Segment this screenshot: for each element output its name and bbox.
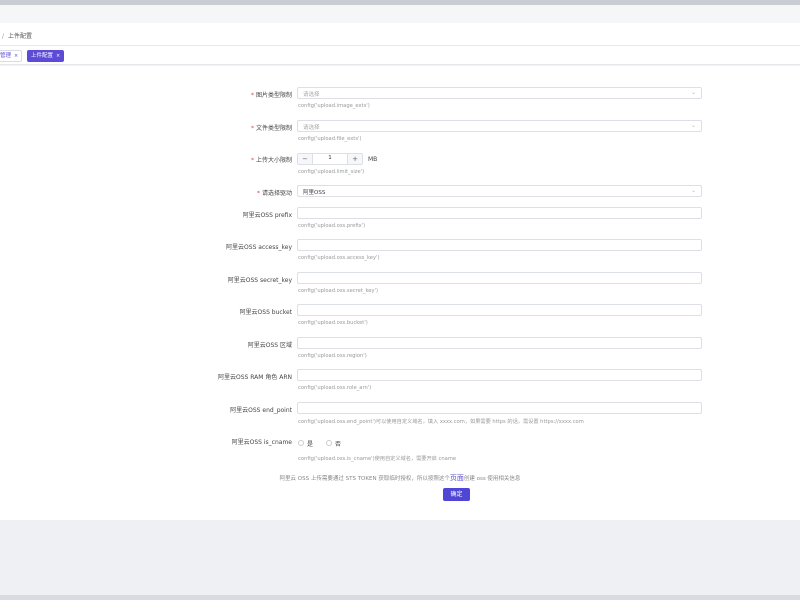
close-icon[interactable]: × bbox=[14, 53, 18, 59]
submit-button[interactable]: 确定 bbox=[443, 488, 470, 501]
notice-text-before: 阿里云 OSS 上传需要通过 STS TOKEN 获取临时授权，所以按照这个 bbox=[279, 476, 450, 482]
access-key-input[interactable] bbox=[297, 239, 702, 251]
region-hint: config('upload.oss.region') bbox=[298, 353, 367, 359]
chevron-down-icon: ⌄ bbox=[690, 122, 696, 129]
bucket-label: 阿里云OSS bucket bbox=[239, 309, 292, 316]
secret-key-hint: config('upload.oss.secret_key') bbox=[298, 288, 378, 294]
secret-key-label: 阿里云OSS secret_key bbox=[227, 277, 292, 284]
file-types-label: * 文件类型限制 bbox=[250, 125, 292, 132]
breadcrumb: / 上件配置 bbox=[2, 31, 32, 40]
region-label: 阿里云OSS 区域 bbox=[247, 342, 292, 349]
size-limit-value[interactable]: 1 bbox=[312, 155, 348, 161]
required-mark: * bbox=[250, 125, 254, 132]
select-placeholder: 请选择 bbox=[303, 92, 320, 98]
increment-button[interactable]: + bbox=[347, 154, 362, 164]
access-key-label: 阿里云OSS access_key bbox=[226, 244, 292, 251]
prefix-label: 阿里云OSS prefix bbox=[242, 212, 292, 219]
notice-text-after: 创建 oss 使用相关信息 bbox=[463, 476, 521, 482]
driver-label: * 请选择驱动 bbox=[256, 190, 292, 197]
required-mark: * bbox=[250, 157, 254, 164]
breadcrumb-separator: / bbox=[2, 33, 5, 40]
prefix-hint: config('upload.oss.prefix') bbox=[298, 223, 366, 229]
size-limit-stepper[interactable]: − 1 + bbox=[297, 153, 363, 165]
chevron-down-icon: ⌄ bbox=[690, 89, 696, 96]
tab-manage[interactable]: 管理 × bbox=[0, 50, 23, 62]
top-bar bbox=[0, 5, 800, 23]
role-arn-label: 阿里云OSS RAM 角色 ARN bbox=[217, 374, 292, 381]
notice-link[interactable]: 页面 bbox=[450, 474, 464, 482]
size-limit-hint: config('upload.limit_size') bbox=[298, 169, 365, 175]
region-input[interactable] bbox=[297, 337, 702, 349]
chevron-down-icon: ⌄ bbox=[690, 187, 696, 194]
required-mark: * bbox=[250, 92, 254, 99]
secret-key-input[interactable] bbox=[297, 272, 702, 284]
prefix-input[interactable] bbox=[297, 207, 702, 219]
window-bottom-strip bbox=[0, 595, 800, 600]
breadcrumb-bar: / 上件配置 bbox=[0, 23, 800, 46]
is-cname-radio-no[interactable] bbox=[326, 440, 332, 446]
select-placeholder: 请选择 bbox=[303, 125, 320, 131]
breadcrumb-current: 上件配置 bbox=[8, 33, 33, 40]
bucket-hint: config('upload.oss.bucket') bbox=[298, 320, 368, 326]
tab-upload-config[interactable]: 上件配置 × bbox=[27, 50, 65, 62]
driver-select[interactable]: 阿里OSS ⌄ bbox=[297, 185, 702, 197]
role-arn-hint: config('upload.oss.role_arn') bbox=[298, 385, 372, 391]
is-cname-no-label[interactable]: 否 bbox=[335, 439, 341, 448]
end-point-label: 阿里云OSS end_point bbox=[230, 407, 292, 414]
required-mark: * bbox=[256, 190, 260, 197]
is-cname-label: 阿里云OSS is_cname bbox=[231, 439, 292, 446]
access-key-hint: config('upload.oss.access_key') bbox=[298, 255, 380, 261]
is-cname-hint: config('upload.oss.is_cname')使用自定义域名，需要开… bbox=[298, 456, 457, 462]
bucket-input[interactable] bbox=[297, 304, 702, 316]
sts-notice: 阿里云 OSS 上传需要通过 STS TOKEN 获取临时授权，所以按照这个页面… bbox=[0, 473, 800, 483]
tab-bar: 管理 × 上件配置 × bbox=[0, 46, 800, 65]
file-types-hint: config('upload.file_exts') bbox=[298, 136, 362, 142]
image-types-hint: config('upload.image_exts') bbox=[298, 103, 370, 109]
tab-label: 上件配置 bbox=[31, 53, 54, 59]
file-types-select[interactable]: 请选择 ⌄ bbox=[297, 120, 702, 132]
upload-config-form bbox=[0, 66, 800, 520]
image-types-label: * 图片类型限制 bbox=[250, 92, 292, 99]
close-icon[interactable]: × bbox=[56, 53, 60, 59]
image-types-select[interactable]: 请选择 ⌄ bbox=[297, 87, 702, 99]
end-point-hint: config('upload.oss.end_point')可以使用自定义域名，… bbox=[298, 419, 584, 425]
end-point-input[interactable] bbox=[297, 402, 702, 414]
is-cname-radio-yes[interactable] bbox=[298, 440, 304, 446]
size-unit: MB bbox=[368, 156, 378, 163]
role-arn-input[interactable] bbox=[297, 369, 702, 381]
size-limit-label: * 上传大小限制 bbox=[250, 157, 292, 164]
tab-label: 管理 bbox=[0, 53, 12, 59]
is-cname-yes-label[interactable]: 是 bbox=[307, 439, 313, 448]
driver-value: 阿里OSS bbox=[303, 190, 326, 196]
decrement-button[interactable]: − bbox=[298, 154, 313, 164]
